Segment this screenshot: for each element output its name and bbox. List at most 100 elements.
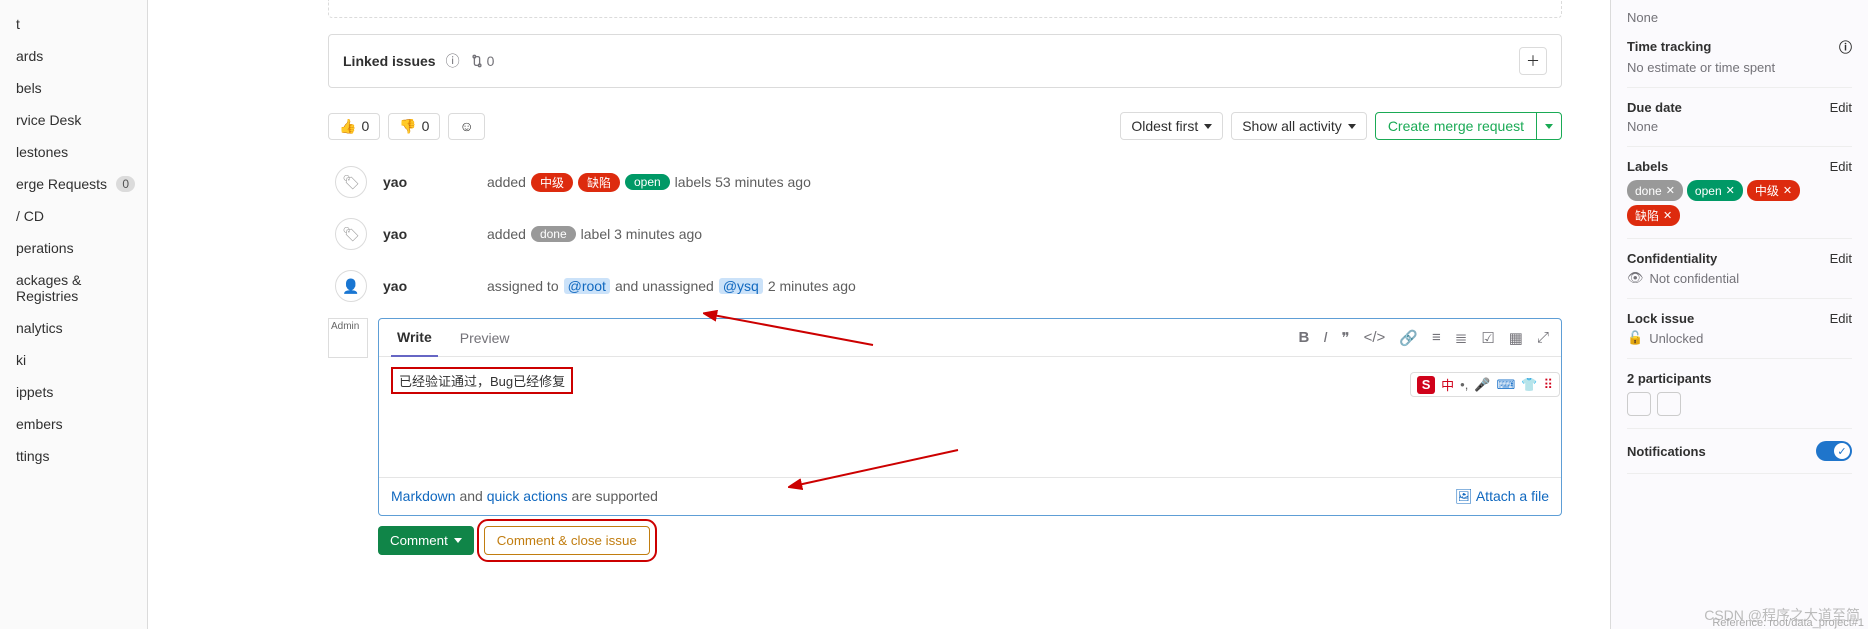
- bold-icon[interactable]: B: [1299, 329, 1310, 347]
- avatar[interactable]: [1627, 392, 1651, 416]
- help-icon[interactable]: ⓘ: [1839, 37, 1852, 56]
- mr-count: 0: [116, 176, 135, 192]
- activity-row: 🏷 yao added 中级 缺陷 open labels 53 minutes…: [328, 156, 1562, 208]
- add-reaction-button[interactable]: ☺: [448, 113, 484, 140]
- markdown-link[interactable]: Markdown: [391, 488, 456, 504]
- label-chip[interactable]: done✕: [1627, 180, 1683, 201]
- remove-icon[interactable]: ✕: [1783, 184, 1792, 197]
- create-mr-button-group: Create merge request: [1375, 112, 1562, 140]
- add-linked-issue-button[interactable]: ＋: [1519, 47, 1547, 75]
- nav-item-members[interactable]: embers: [0, 408, 147, 440]
- attach-file-link[interactable]: 🖼 Attach a file: [1455, 488, 1549, 505]
- activity-user[interactable]: yao: [383, 174, 471, 190]
- thumbs-up-button[interactable]: 👍 0: [328, 113, 380, 140]
- confidentiality-value: 👁Not confidential: [1627, 270, 1852, 286]
- comment-button[interactable]: Comment: [378, 526, 474, 555]
- activity-filter-dropdown[interactable]: Show all activity: [1231, 112, 1367, 140]
- code-icon[interactable]: </>: [1364, 329, 1386, 347]
- keyboard-icon[interactable]: ⌨: [1497, 377, 1516, 393]
- comment-close-button[interactable]: Comment & close issue: [484, 526, 650, 555]
- chevron-down-icon: [1545, 124, 1553, 129]
- activity-user[interactable]: yao: [383, 226, 471, 242]
- nav-item-operations[interactable]: perations: [0, 232, 147, 264]
- quote-icon[interactable]: ❞: [1342, 329, 1350, 347]
- labels-title: LabelsEdit: [1627, 159, 1852, 174]
- nav-item-snippets[interactable]: ippets: [0, 376, 147, 408]
- label-pill[interactable]: 缺陷: [578, 173, 620, 192]
- nav-item-labels[interactable]: bels: [0, 72, 147, 104]
- table-icon[interactable]: ▦: [1509, 329, 1523, 347]
- nav-item-merge-requests[interactable]: erge Requests0: [0, 168, 147, 200]
- grid-icon[interactable]: ⠿: [1543, 377, 1553, 393]
- chevron-down-icon: [454, 538, 462, 543]
- activity-bar: 👍 0 👎 0 ☺ Oldest first Show all activity…: [328, 112, 1562, 140]
- mention[interactable]: @root: [564, 278, 610, 294]
- avatar[interactable]: [1657, 392, 1681, 416]
- sort-dropdown[interactable]: Oldest first: [1120, 112, 1223, 140]
- chevron-down-icon: [1204, 124, 1212, 129]
- lock-value: 🔓Unlocked: [1627, 330, 1852, 346]
- create-mr-caret[interactable]: [1536, 113, 1561, 139]
- nav-item-service-desk[interactable]: rvice Desk: [0, 104, 147, 136]
- help-icon[interactable]: ⓘ: [446, 51, 460, 71]
- activity-text: assigned to @root and unassigned @ysq 2 …: [487, 278, 856, 294]
- comment-tabs: Write Preview B I ❞ </> 🔗 ≡ ≣ ☑ ▦ ⤢: [379, 319, 1561, 357]
- nav-sidebar: t ards bels rvice Desk lestones erge Req…: [0, 0, 148, 629]
- sogou-icon: S: [1417, 376, 1435, 394]
- nav-item-wiki[interactable]: ki: [0, 344, 147, 376]
- thumbs-down-button[interactable]: 👎 0: [388, 113, 440, 140]
- time-tracking-value: No estimate or time spent: [1627, 60, 1852, 75]
- nav-item-packages[interactable]: ackages & Registries: [0, 264, 147, 312]
- remove-icon[interactable]: ✕: [1726, 184, 1735, 197]
- task-icon[interactable]: ☑: [1481, 329, 1494, 347]
- tab-write[interactable]: Write: [391, 319, 438, 357]
- mic-icon[interactable]: 🎤: [1474, 377, 1490, 393]
- skin-icon[interactable]: 👕: [1521, 377, 1537, 393]
- label-pill[interactable]: open: [625, 174, 670, 190]
- edit-button[interactable]: Edit: [1830, 251, 1852, 266]
- remove-icon[interactable]: ✕: [1663, 209, 1672, 222]
- time-tracking-title: Time trackingⓘ: [1627, 37, 1852, 56]
- linked-mr-count: 0: [470, 53, 495, 69]
- comment-box: Write Preview B I ❞ </> 🔗 ≡ ≣ ☑ ▦ ⤢: [378, 318, 1562, 516]
- remove-icon[interactable]: ✕: [1666, 184, 1675, 197]
- avatar: Admin: [328, 318, 368, 358]
- activity-text: added 中级 缺陷 open labels 53 minutes ago: [487, 173, 811, 192]
- activity-text: added done label 3 minutes ago: [487, 226, 702, 242]
- italic-icon[interactable]: I: [1323, 329, 1327, 347]
- activity-user[interactable]: yao: [383, 278, 471, 294]
- confidentiality-title: ConfidentialityEdit: [1627, 251, 1852, 266]
- quick-actions-link[interactable]: quick actions: [487, 488, 568, 504]
- lock-title: Lock issueEdit: [1627, 311, 1852, 326]
- user-icon: 👤: [335, 270, 367, 302]
- ol-icon[interactable]: ≣: [1455, 329, 1468, 347]
- issue-sidebar: None Time trackingⓘ No estimate or time …: [1610, 0, 1868, 629]
- nav-item-settings[interactable]: ttings: [0, 440, 147, 472]
- label-chip[interactable]: 缺陷✕: [1627, 205, 1680, 226]
- tab-preview[interactable]: Preview: [454, 320, 516, 356]
- ul-icon[interactable]: ≡: [1432, 329, 1441, 347]
- nav-item-cicd[interactable]: / CD: [0, 200, 147, 232]
- create-mr-button[interactable]: Create merge request: [1376, 113, 1536, 139]
- label-pill[interactable]: done: [531, 226, 576, 242]
- dropzone[interactable]: [328, 0, 1562, 18]
- nav-item-analytics[interactable]: nalytics: [0, 312, 147, 344]
- nav-item-milestones[interactable]: lestones: [0, 136, 147, 168]
- notifications-toggle[interactable]: [1816, 441, 1852, 461]
- mention[interactable]: @ysq: [719, 278, 763, 294]
- fullscreen-icon[interactable]: ⤢: [1537, 329, 1549, 347]
- comment-footer: Markdown and quick actions are supported…: [379, 477, 1561, 515]
- label-chip[interactable]: open✕: [1687, 180, 1743, 201]
- edit-button[interactable]: Edit: [1830, 100, 1852, 115]
- nav-item-boards[interactable]: ards: [0, 40, 147, 72]
- nav-item[interactable]: t: [0, 8, 147, 40]
- edit-button[interactable]: Edit: [1830, 159, 1852, 174]
- edit-button[interactable]: Edit: [1830, 311, 1852, 326]
- ime-lang[interactable]: 中: [1441, 375, 1454, 394]
- label-pill[interactable]: 中级: [531, 173, 573, 192]
- comment-textarea[interactable]: 已经验证通过，Bug已经修复: [379, 357, 1561, 477]
- label-chip[interactable]: 中级✕: [1747, 180, 1800, 201]
- ime-toolbar[interactable]: S 中 •, 🎤 ⌨ 👕 ⠿: [1410, 372, 1560, 397]
- participants-title: 2 participants: [1627, 371, 1852, 386]
- link-icon[interactable]: 🔗: [1399, 329, 1418, 347]
